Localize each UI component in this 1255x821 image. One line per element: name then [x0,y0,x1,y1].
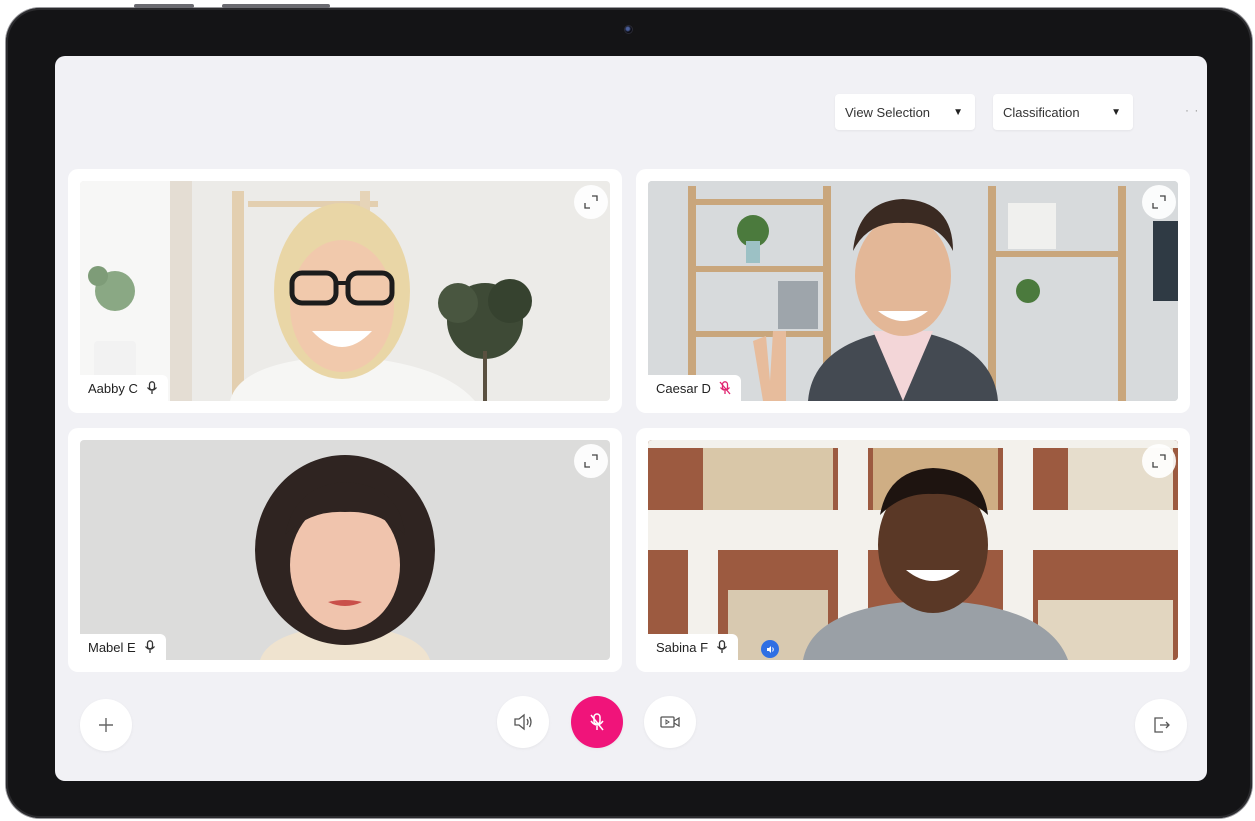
participant-tile-mabel: Mabel E [68,428,622,672]
expand-icon [584,195,598,209]
participant-name: Mabel E [88,639,136,655]
mute-toggle-button[interactable] [571,696,623,748]
participant-name-tag: Aabby C [80,375,168,401]
participant-name-tag: Sabina F [648,634,739,660]
video-frame-caesar [648,181,1178,401]
participant-video [80,181,610,401]
expand-button[interactable] [574,185,608,219]
speaker-icon [514,713,532,731]
participant-video [648,440,1178,660]
front-camera [624,25,633,34]
mic-icon [146,381,157,394]
participant-tile-caesar: Caesar D [636,169,1190,413]
participant-name-tag: Caesar D [648,375,741,401]
mic-muted-icon [719,381,731,395]
participant-name: Caesar D [656,380,711,396]
mic-icon [144,640,155,653]
leave-call-button[interactable] [1135,699,1187,751]
power-button [222,4,330,8]
expand-icon [584,454,598,468]
participant-name: Sabina F [656,639,709,655]
participant-name-tag: Mabel E [80,634,166,660]
speaker-button[interactable] [497,696,549,748]
view-selection-dropdown[interactable]: View Selection ▼ [835,94,975,130]
video-camera-icon [660,716,680,728]
participant-name: Aabby C [88,380,138,396]
more-options-icon[interactable]: · · [1185,103,1199,117]
video-frame-mabel [80,440,610,660]
participant-video [648,181,1178,401]
exit-icon [1154,717,1170,733]
participant-tile-sabina: Sabina F [636,428,1190,672]
video-toggle-button[interactable] [644,696,696,748]
speaking-icon [766,645,774,653]
view-selection-label: View Selection [845,104,931,120]
expand-icon [1152,195,1166,209]
participant-tile-aabby: Aabby C [68,169,622,413]
expand-button[interactable] [1142,185,1176,219]
classification-dropdown[interactable]: Classification ▼ [993,94,1133,130]
caret-down-icon: ▼ [1111,106,1121,118]
participant-video [80,440,610,660]
caret-down-icon: ▼ [953,106,963,118]
volume-button [134,4,194,8]
video-frame-aabby [80,181,610,401]
add-participant-button[interactable] [80,699,132,751]
plus-icon [99,718,113,732]
expand-icon [1152,454,1166,468]
video-frame-sabina [648,440,1178,660]
expand-button[interactable] [574,444,608,478]
speaking-indicator [761,640,779,658]
meeting-screen: View Selection ▼ Classification ▼ · · Aa… [55,56,1207,781]
classification-label: Classification [1003,104,1080,120]
mic-off-icon [590,713,604,731]
expand-button[interactable] [1142,444,1176,478]
mic-icon [717,640,728,653]
